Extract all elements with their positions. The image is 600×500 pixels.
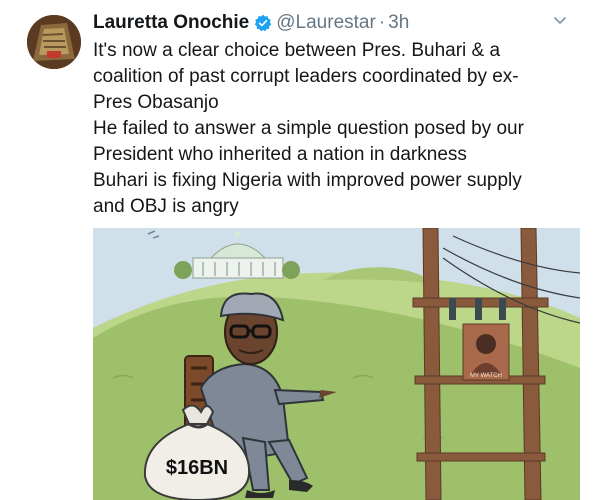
poster-caption: MY WATCH xyxy=(470,373,502,379)
tweet[interactable]: Lauretta Onochie @Laurestar · 3h It's no… xyxy=(0,0,600,500)
tweet-text-line: Buhari is fixing Nigeria with improved p… xyxy=(93,170,522,191)
author-handle[interactable]: @Laurestar xyxy=(276,12,376,34)
tweet-text-line: President who inherited a nation in dark… xyxy=(93,144,467,165)
tweet-header: Lauretta Onochie @Laurestar · 3h xyxy=(93,10,590,36)
tweet-text-line: coalition of past corrupt leaders coordi… xyxy=(93,66,519,87)
verified-badge-icon xyxy=(254,14,272,32)
tweet-timestamp[interactable]: 3h xyxy=(388,12,409,34)
poster: MY WATCH xyxy=(462,323,510,381)
chevron-down-icon[interactable] xyxy=(552,12,568,28)
tweet-text-line: and OBJ is angry xyxy=(93,196,239,217)
author-name[interactable]: Lauretta Onochie xyxy=(93,12,249,34)
tweet-text: It's now a clear choice between Pres. Bu… xyxy=(93,38,588,220)
author-avatar[interactable] xyxy=(27,15,81,69)
money-bag-label: $16BN xyxy=(166,457,228,479)
separator-dot: · xyxy=(378,12,386,33)
tweet-image[interactable]: MY WATCH $16BN xyxy=(93,228,580,500)
tweet-text-line: Pres Obasanjo xyxy=(93,92,219,113)
tweet-text-line: He failed to answer a simple question po… xyxy=(93,118,524,139)
tweet-text-line: It's now a clear choice between Pres. Bu… xyxy=(93,40,501,61)
